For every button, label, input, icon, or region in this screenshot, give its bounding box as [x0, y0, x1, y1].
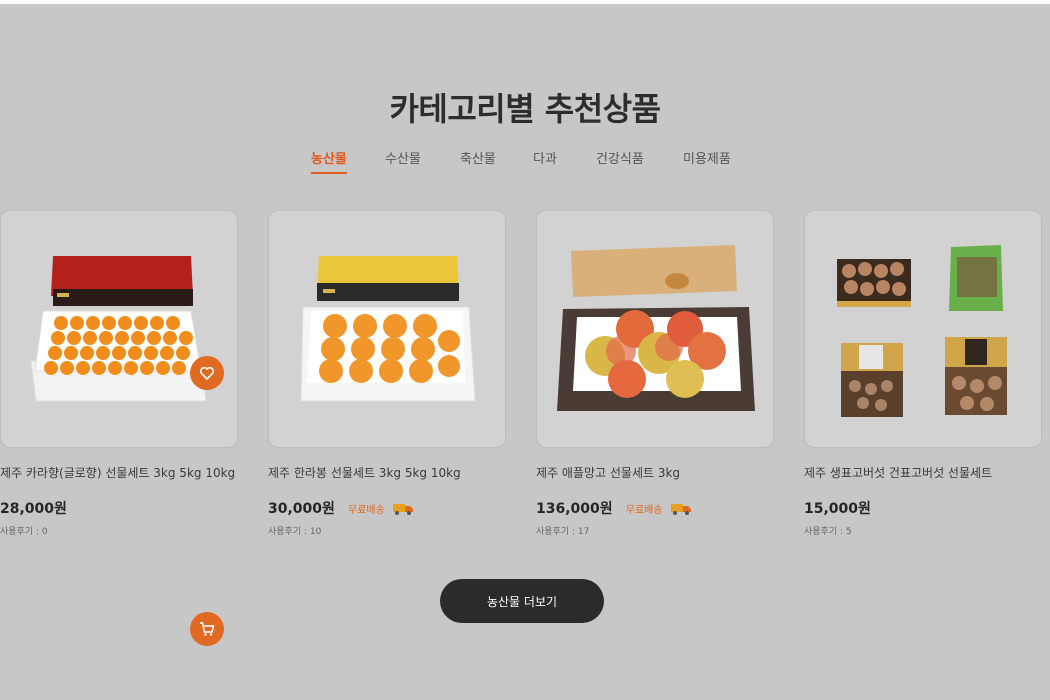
category-tabs: 농산물 수산물 축산물 다과 건강식품 미용제품 — [0, 148, 1050, 174]
top-divider — [0, 0, 1050, 4]
review-count: 사용후기 : 5 — [804, 527, 852, 537]
product-image[interactable] — [804, 210, 1042, 448]
product-name[interactable]: 제주 카라향(글로향) 선물세트 3kg 5kg 10kg — [0, 464, 238, 481]
free-shipping-badge: 무료배송 — [625, 505, 663, 516]
price-row: 15,000원 — [804, 498, 871, 518]
wishlist-button[interactable] — [190, 356, 224, 390]
product-name[interactable]: 제주 한라봉 선물세트 3kg 5kg 10kg — [268, 464, 506, 481]
product-name[interactable]: 제주 생표고버섯 건표고버섯 선물세트 — [804, 464, 1042, 481]
tab-livestock[interactable]: 축산물 — [460, 148, 496, 172]
product-price: 15,000원 — [804, 501, 871, 517]
price-row: 136,000원 무료배송 — [536, 498, 691, 518]
product-image[interactable] — [268, 210, 506, 448]
cart-icon — [200, 622, 215, 636]
section-title: 카테고리별 추천상품 — [389, 90, 661, 128]
review-count: 사용후기 : 10 — [268, 527, 322, 537]
product-price: 136,000원 — [536, 501, 613, 517]
tab-seafood[interactable]: 수산물 — [385, 148, 421, 172]
product-image[interactable] — [0, 210, 238, 448]
add-to-cart-button[interactable] — [190, 612, 224, 646]
free-shipping-badge: 무료배송 — [348, 505, 385, 516]
review-count: 사용후기 : 17 — [536, 527, 590, 537]
truck-icon — [392, 503, 413, 515]
price-row: 28,000원 — [0, 498, 67, 518]
tab-agricultural[interactable]: 농산물 — [311, 148, 347, 174]
heart-icon — [199, 366, 215, 381]
truck-icon — [670, 503, 691, 515]
product-name[interactable]: 제주 애플망고 선물세트 3kg — [536, 464, 774, 481]
product-price: 30,000원 — [268, 501, 335, 517]
price-row: 30,000원 무료배송 — [268, 498, 413, 518]
view-more-button[interactable]: 농산물 더보기 — [440, 579, 604, 623]
product-price: 28,000원 — [0, 501, 67, 517]
tab-beauty[interactable]: 미용제품 — [683, 148, 731, 172]
tab-health-food[interactable]: 건강식품 — [596, 148, 644, 172]
review-count: 사용후기 : 0 — [0, 527, 48, 537]
tab-snacks[interactable]: 다과 — [533, 148, 557, 172]
product-image[interactable] — [536, 210, 774, 448]
